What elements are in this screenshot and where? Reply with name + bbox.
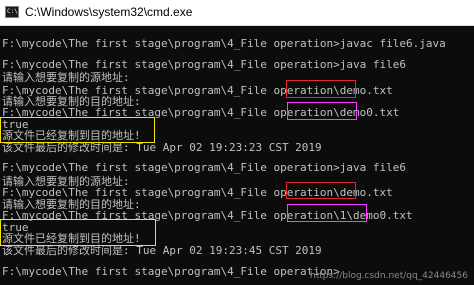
console-output[interactable]: F:\mycode\The first stage\program\4_File… (0, 26, 474, 285)
console-line: 请输入想要复制的源地址: (2, 71, 130, 84)
console-line: F:\mycode\The first stage\program\4_File… (2, 37, 446, 50)
result-highlight (0, 117, 155, 143)
console-line: F:\mycode\The first stage\program\4_File… (2, 58, 406, 71)
result-highlight (0, 219, 156, 246)
window-title: C:\Windows\system32\cmd.exe (25, 5, 193, 19)
dest-path-highlight (287, 204, 367, 222)
source-path-highlight (286, 182, 356, 199)
console-line: 该文件最后的修改时间是: Tue Apr 02 19:23:23 CST 201… (2, 141, 322, 154)
console-line: F:\mycode\The first stage\program\4_File… (2, 161, 406, 174)
cmd-window: C:\ C:\Windows\system32\cmd.exe F:\mycod… (0, 0, 474, 285)
terminal-icon: C:\ (5, 6, 19, 18)
console-line: F:\mycode\The first stage\program\4_File… (2, 265, 340, 278)
title-bar[interactable]: C:\ C:\Windows\system32\cmd.exe (0, 0, 474, 26)
dest-path-highlight (287, 102, 357, 120)
console-line: 该文件最后的修改时间是: Tue Apr 02 19:23:45 CST 201… (2, 244, 322, 257)
watermark: https://blog.csdn.net/qq_42446456 (309, 271, 468, 281)
source-path-highlight (286, 80, 356, 98)
